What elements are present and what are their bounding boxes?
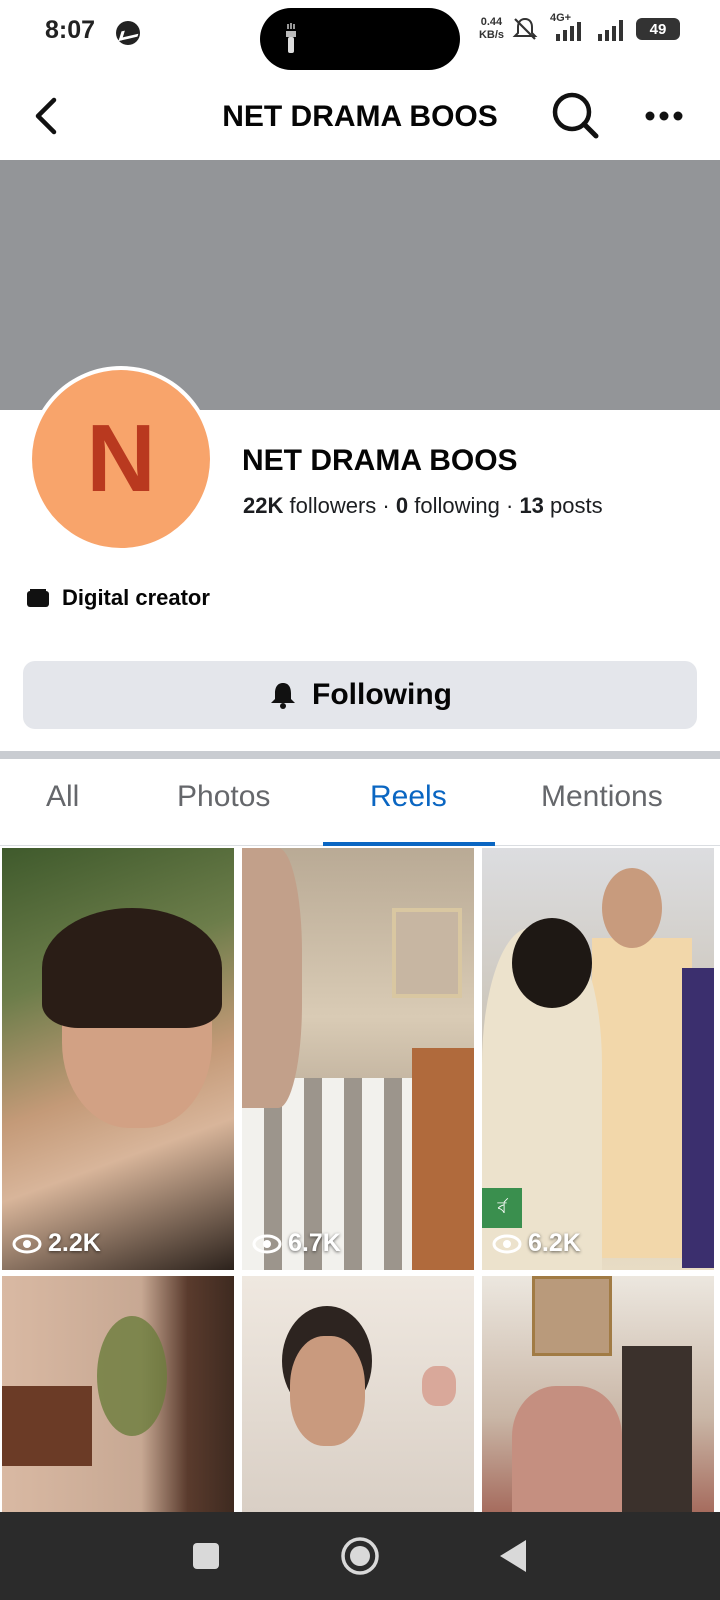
followers-count[interactable]: 22K — [243, 493, 283, 518]
reel-frame — [532, 1276, 612, 1356]
reel-hair — [412, 1048, 474, 1270]
posts-count: 13 — [519, 493, 544, 518]
search-icon[interactable] — [550, 90, 602, 142]
reel-face — [602, 868, 662, 948]
status-indicators: 0.44 KB/s 4G+ 49 — [479, 12, 680, 42]
tab-active-indicator — [323, 842, 495, 846]
net-speed: 0.44 KB/s — [479, 16, 504, 42]
status-bar: 8:07 0.44 KB/s 4G+ 49 — [0, 0, 720, 70]
following-label[interactable]: following — [414, 493, 500, 518]
net-speed-value: 0.44 — [480, 16, 503, 28]
signal-4g-icon: 4G+ — [546, 12, 588, 42]
bell-icon — [271, 683, 296, 709]
eye-icon — [252, 1234, 282, 1253]
status-time: 8:07 — [45, 16, 96, 44]
following-count[interactable]: 0 — [396, 493, 408, 518]
recent-apps-button[interactable] — [193, 1543, 219, 1569]
reel-group — [512, 1386, 622, 1512]
reel-frame — [392, 908, 462, 998]
flashlight-icon — [286, 23, 296, 53]
reel-person — [622, 1346, 692, 1512]
app-header: NET DRAMA BOOS — [0, 80, 720, 158]
reel-view-count: 6.2K — [528, 1229, 581, 1257]
home-button[interactable] — [340, 1536, 380, 1576]
reel-thumbnail[interactable] — [482, 1276, 714, 1512]
reel-views: 6.7K — [252, 1229, 341, 1258]
profile-stats: 22K followers · 0 following · 13 posts — [243, 493, 603, 519]
signal-icon — [598, 20, 623, 41]
profile-category: Digital creator — [26, 585, 210, 611]
page-title: NET DRAMA BOOS — [222, 100, 498, 133]
net-speed-unit: KB/s — [478, 29, 504, 41]
battery-indicator: 49 — [636, 18, 680, 40]
category-label: Digital creator — [62, 585, 210, 610]
reel-views: 2.2K — [12, 1229, 101, 1258]
eye-icon — [492, 1234, 522, 1253]
posts-label: posts — [550, 493, 603, 518]
system-nav-bar — [0, 1512, 720, 1600]
stats-separator: · — [382, 493, 390, 518]
reel-hair — [512, 918, 592, 1008]
reel-vase — [422, 1366, 456, 1406]
reel-hair — [42, 908, 222, 1028]
reel-thumbnail[interactable] — [242, 1276, 474, 1512]
reel-thumbnail[interactable]: 2.2K — [2, 848, 234, 1270]
stats-separator: · — [505, 493, 514, 518]
reel-furniture — [2, 1386, 92, 1466]
section-divider — [0, 751, 720, 759]
reel-face — [290, 1336, 365, 1446]
reel-badge: র্ব — [482, 1188, 522, 1228]
content-tabs: All Photos Reels Mentions — [0, 760, 720, 846]
mute-bell-icon — [512, 17, 538, 40]
messenger-icon — [116, 21, 140, 45]
tab-reels[interactable]: Reels — [370, 780, 447, 814]
profile-name: NET DRAMA BOOS — [242, 444, 518, 477]
followers-label[interactable]: followers — [289, 493, 376, 518]
reel-thumbnail[interactable] — [2, 1276, 234, 1512]
avatar-ring[interactable]: N — [28, 366, 214, 552]
more-options-icon[interactable] — [640, 92, 688, 140]
system-back-button[interactable] — [496, 1538, 530, 1574]
reel-views: 6.2K — [492, 1229, 581, 1258]
reel-thumbnail[interactable]: র্ব 6.2K — [482, 848, 714, 1270]
reel-view-count: 6.7K — [288, 1229, 341, 1257]
following-button-label: Following — [312, 678, 452, 711]
following-button[interactable]: Following — [23, 661, 697, 729]
reel-thumbnail[interactable]: 6.7K — [242, 848, 474, 1270]
reel-view-count: 2.2K — [48, 1229, 101, 1257]
eye-icon — [12, 1234, 42, 1253]
avatar[interactable]: N — [32, 370, 210, 548]
tab-photos[interactable]: Photos — [177, 780, 270, 814]
tab-mentions[interactable]: Mentions — [541, 780, 663, 814]
camera-cutout — [260, 8, 460, 70]
reel-person — [592, 938, 692, 1258]
reel-plant — [97, 1316, 167, 1436]
clapperboard-icon — [27, 589, 49, 607]
reel-face — [242, 848, 302, 1108]
reel-person — [682, 968, 714, 1268]
tab-all[interactable]: All — [46, 780, 79, 814]
